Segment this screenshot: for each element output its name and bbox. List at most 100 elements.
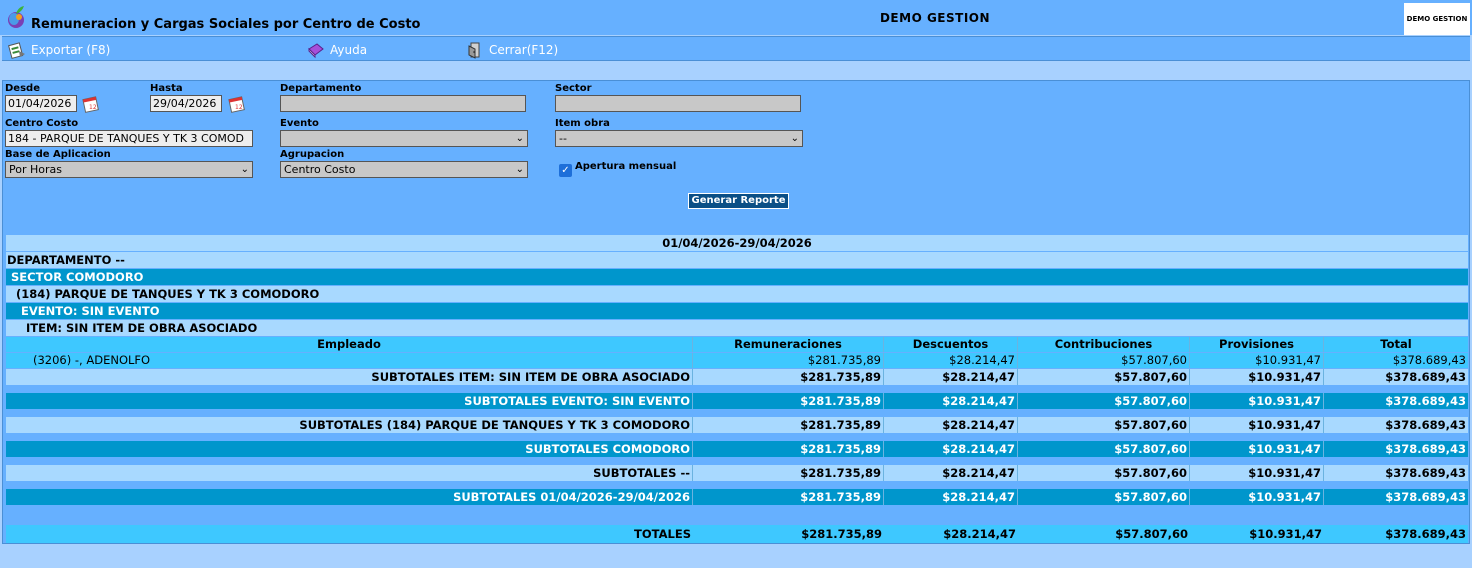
close-button[interactable]: Cerrar(F12) (466, 41, 558, 59)
subtotal-label: SUBTOTALES 01/04/2026-29/04/2026 (6, 489, 693, 505)
departamento-label: Departamento (280, 83, 362, 94)
desde-label: Desde (5, 83, 40, 94)
employee-provisiones: $10.931,47 (1190, 353, 1324, 368)
desde-input[interactable]: 01/04/2026 (5, 95, 77, 112)
totals-descuentos: $28.214,47 (943, 527, 1016, 541)
departamento-row: DEPARTAMENTO -- (6, 252, 1468, 268)
totals-total: $378.689,43 (1385, 527, 1466, 541)
totals-row: TOTALES $281.735,89 $28.214,47 $57.807,6… (6, 525, 1468, 543)
subtotal-row: SUBTOTALES (184) PARQUE DE TANQUES Y TK … (6, 417, 1468, 433)
subtotal-descuentos: $28.214,47 (884, 369, 1018, 385)
apertura-mensual-label: Apertura mensual (575, 161, 677, 172)
subtotal-total: $378.689,43 (1385, 418, 1466, 432)
employee-contribuciones: $57.807,60 (1018, 353, 1190, 368)
company-logo: DEMO GESTION (1404, 3, 1470, 35)
chevron-down-icon: ⌄ (240, 164, 249, 175)
employee-row: (3206) -, ADENOLFO $281.735,89 $28.214,4… (6, 353, 1468, 368)
subtotal-total: $378.689,43 (1385, 490, 1466, 504)
subtotal-label: SUBTOTALES (184) PARQUE DE TANQUES Y TK … (6, 417, 693, 433)
item-row: ITEM: SIN ITEM DE OBRA ASOCIADO (6, 320, 1468, 336)
column-header-row: Empleado Remuneraciones Descuentos Contr… (6, 337, 1468, 352)
item-obra-select[interactable]: -- ⌄ (555, 130, 803, 147)
subtotal-contribuciones: $57.807,60 (1018, 393, 1190, 409)
departamento-group: DEPARTAMENTO -- (7, 253, 125, 267)
subtotal-provisiones: $10.931,47 (1190, 393, 1324, 409)
help-label: Ayuda (330, 43, 368, 57)
subtotal-row: SUBTOTALES EVENTO: SIN EVENTO $281.735,8… (6, 393, 1468, 409)
totals-contribuciones: $57.807,60 (1115, 527, 1188, 541)
toolbar: Exportar (F8) Ayuda Cerrar(F12) (2, 36, 1470, 61)
hasta-label: Hasta (150, 83, 183, 94)
subtotal-remuneraciones: $281.735,89 (693, 489, 884, 505)
subtotal-provisiones: $10.931,47 (1190, 441, 1324, 457)
svg-text:12: 12 (89, 104, 97, 111)
export-button[interactable]: Exportar (F8) (8, 41, 110, 59)
subtotal-remuneraciones: $281.735,89 (693, 417, 884, 433)
subtotal-remuneraciones: $281.735,89 (693, 369, 884, 385)
employee-descuentos: $28.214,47 (884, 353, 1018, 368)
totals-remuneraciones: $281.735,89 (801, 527, 882, 541)
subtotal-contribuciones: $57.807,60 (1018, 489, 1190, 505)
subtotal-remuneraciones: $281.735,89 (693, 441, 884, 457)
centro-row: (184) PARQUE DE TANQUES Y TK 3 COMODORO (6, 286, 1468, 302)
subtotal-contribuciones: $57.807,60 (1018, 465, 1190, 481)
subtotal-descuentos: $28.214,47 (884, 393, 1018, 409)
col-provisiones: Provisiones (1190, 337, 1324, 352)
subtotal-contribuciones: $57.807,60 (1018, 417, 1190, 433)
subtotal-contribuciones: $57.807,60 (1018, 441, 1190, 457)
subtotal-label: SUBTOTALES ITEM: SIN ITEM DE OBRA ASOCIA… (6, 369, 693, 385)
help-button[interactable]: Ayuda (307, 41, 367, 59)
totals-provisiones: $10.931,47 (1249, 527, 1322, 541)
subtotal-row: SUBTOTALES COMODORO $281.735,89 $28.214,… (6, 441, 1468, 457)
subtotal-label: SUBTOTALES EVENTO: SIN EVENTO (6, 393, 693, 409)
title-bar: Remuneracion y Cargas Sociales por Centr… (0, 0, 1472, 35)
subtotal-row: SUBTOTALES ITEM: SIN ITEM DE OBRA ASOCIA… (6, 369, 1468, 385)
centro-group: (184) PARQUE DE TANQUES Y TK 3 COMODORO (16, 287, 320, 301)
evento-select[interactable]: ⌄ (280, 130, 528, 147)
subtotal-contribuciones: $57.807,60 (1018, 369, 1190, 385)
col-descuentos: Descuentos (884, 337, 1018, 352)
company-name: DEMO GESTION (879, 11, 991, 25)
col-remuneraciones: Remuneraciones (693, 337, 884, 352)
subtotal-descuentos: $28.214,47 (884, 489, 1018, 505)
subtotal-provisiones: $10.931,47 (1190, 417, 1324, 433)
subtotal-label: SUBTOTALES COMODORO (6, 441, 693, 457)
subtotal-row: SUBTOTALES -- $281.735,89 $28.214,47 $57… (6, 465, 1468, 481)
period-header-row: 01/04/2026-29/04/2026 (6, 235, 1468, 251)
period-header: 01/04/2026-29/04/2026 (662, 236, 812, 250)
hasta-calendar-icon[interactable]: 12 (227, 95, 247, 113)
evento-row: EVENTO: SIN EVENTO (6, 303, 1468, 319)
evento-group: EVENTO: SIN EVENTO (21, 304, 160, 318)
subtotal-total: $378.689,43 (1385, 466, 1466, 480)
help-book-icon (308, 43, 324, 59)
svg-text:12: 12 (235, 104, 243, 111)
report-panel: Desde 01/04/2026 12 Hasta 29/04/2026 12 … (2, 80, 1470, 544)
apertura-mensual-checkbox[interactable]: ✓ (559, 164, 572, 177)
chevron-down-icon: ⌄ (515, 164, 524, 175)
sector-row: SECTOR COMODORO (6, 269, 1468, 285)
sector-group: SECTOR COMODORO (11, 270, 144, 284)
sector-input[interactable] (555, 95, 801, 112)
agrupacion-value: Centro Costo (284, 163, 356, 176)
subtotal-remuneraciones: $281.735,89 (693, 465, 884, 481)
subtotal-total: $378.689,43 (1385, 370, 1466, 384)
sector-label: Sector (555, 83, 592, 94)
subtotal-label: SUBTOTALES -- (6, 465, 693, 481)
hasta-input[interactable]: 29/04/2026 (150, 95, 222, 112)
close-door-icon (468, 42, 480, 59)
centro-costo-input[interactable]: 184 - PARQUE DE TANQUES Y TK 3 COMOD (5, 130, 253, 147)
item-group: ITEM: SIN ITEM DE OBRA ASOCIADO (26, 321, 258, 335)
employee-name: (3206) -, ADENOLFO (6, 353, 693, 368)
chevron-down-icon: ⌄ (790, 133, 799, 144)
desde-calendar-icon[interactable]: 12 (81, 95, 101, 113)
item-obra-value: -- (559, 132, 567, 145)
subtotal-provisiones: $10.931,47 (1190, 465, 1324, 481)
item-obra-label: Item obra (555, 118, 610, 129)
agrupacion-select[interactable]: Centro Costo ⌄ (280, 161, 528, 178)
generar-reporte-button[interactable]: Generar Reporte (688, 193, 789, 209)
base-aplicacion-select[interactable]: Por Horas ⌄ (5, 161, 253, 178)
subtotal-row: SUBTOTALES 01/04/2026-29/04/2026 $281.73… (6, 489, 1468, 505)
col-total: Total (1380, 337, 1412, 351)
subtotal-descuentos: $28.214,47 (884, 441, 1018, 457)
departamento-input[interactable] (280, 95, 526, 112)
